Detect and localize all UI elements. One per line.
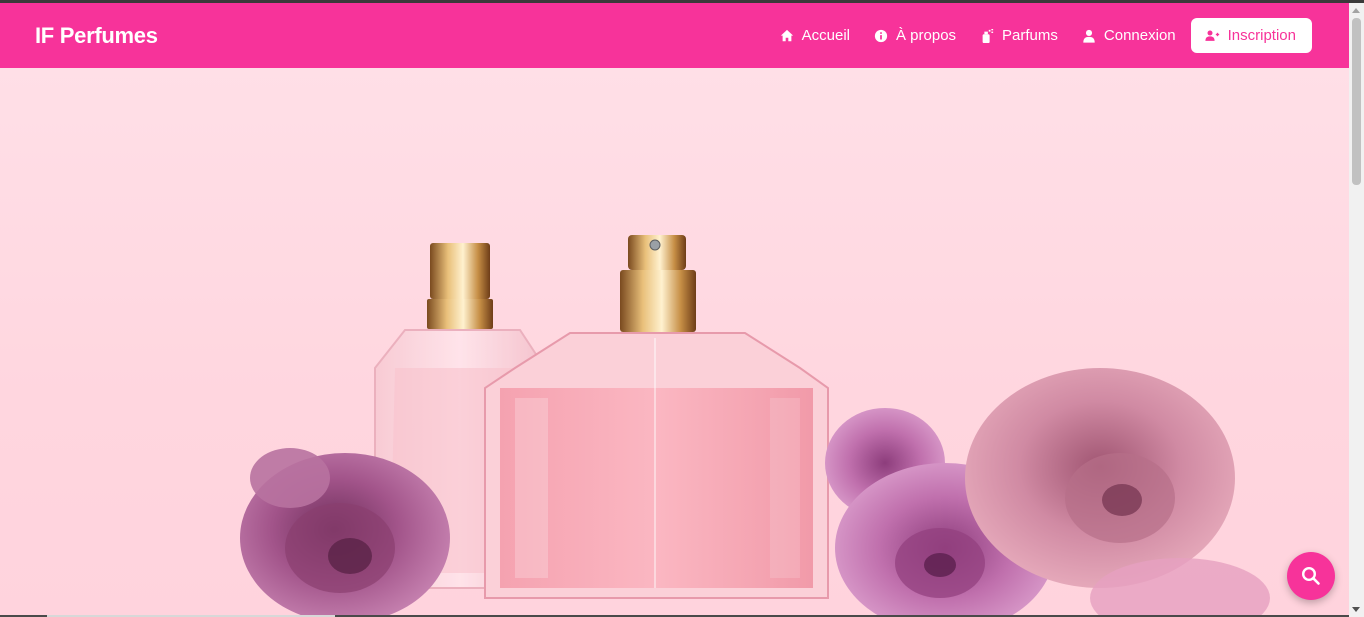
brand-logo[interactable]: IF Perfumes: [35, 23, 158, 49]
search-fab-button[interactable]: [1287, 552, 1335, 600]
home-icon: [780, 29, 793, 41]
scrollbar-thumb[interactable]: [1352, 18, 1361, 185]
nav-item-label: Accueil: [801, 27, 850, 44]
navbar: IF Perfumes Accueil À propos Parfums Con…: [0, 3, 1349, 68]
signup-button-label: Inscription: [1227, 27, 1296, 44]
nav-item-label: À propos: [896, 27, 957, 44]
search-icon: [1301, 566, 1320, 585]
nav-item-home[interactable]: Accueil: [780, 27, 850, 44]
signup-button[interactable]: Inscription: [1190, 18, 1312, 53]
nav-item-label: Parfums: [1002, 27, 1058, 44]
vertical-scrollbar[interactable]: [1349, 3, 1364, 617]
hero-banner: [0, 68, 1349, 617]
info-icon: [874, 29, 888, 42]
nav-item-perfumes[interactable]: Parfums: [980, 27, 1058, 44]
scroll-down-arrow-icon[interactable]: [1352, 607, 1360, 612]
nav-item-label: Connexion: [1103, 27, 1176, 44]
spray-bottle-icon: [982, 28, 994, 43]
user-icon: [1083, 29, 1095, 43]
user-plus-icon: [1205, 30, 1219, 41]
nav-item-about[interactable]: À propos: [874, 27, 956, 44]
nav-links: Accueil À propos Parfums Connexion Inscr…: [756, 18, 1312, 53]
hero-image: [240, 235, 1270, 617]
nav-item-login[interactable]: Connexion: [1082, 27, 1176, 44]
scroll-up-arrow-icon[interactable]: [1352, 8, 1360, 13]
